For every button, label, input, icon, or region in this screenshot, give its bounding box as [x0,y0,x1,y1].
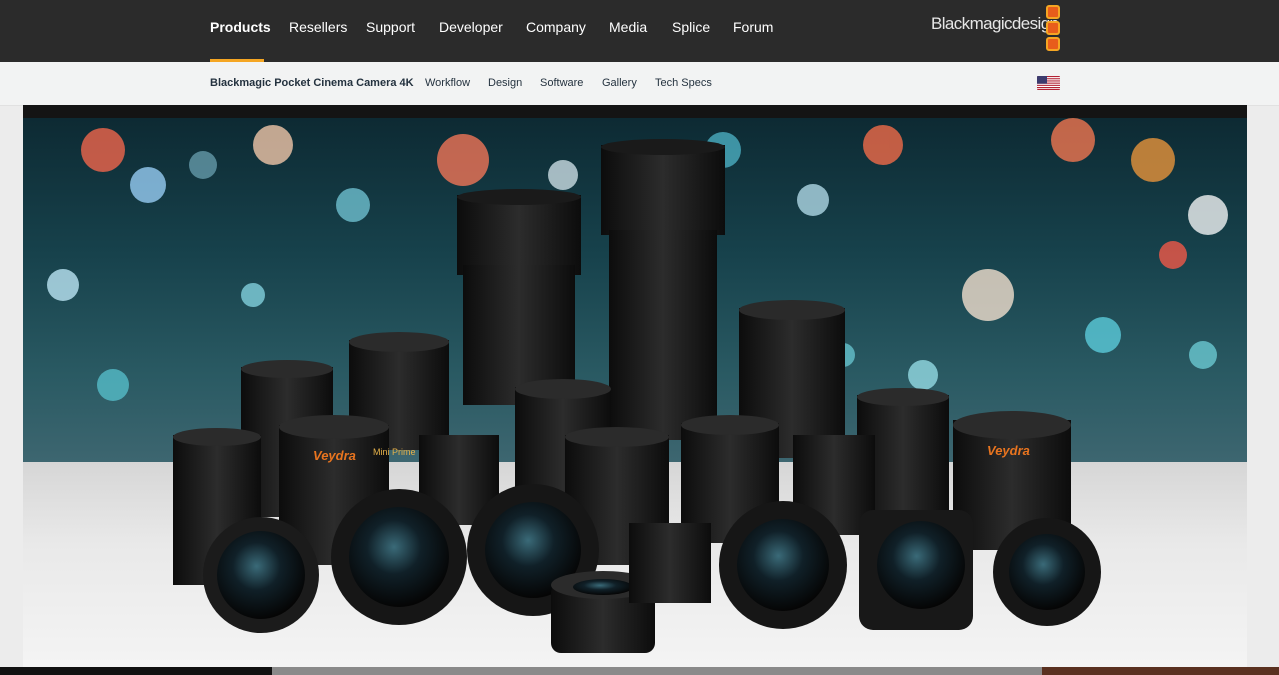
subnav-gallery[interactable]: Gallery [602,62,637,105]
bottom-gallery-strip [0,667,1279,675]
nav-support[interactable]: Support [366,0,415,62]
subnav-product-title[interactable]: Blackmagic Pocket Cinema Camera 4K [210,62,414,105]
nav-resellers[interactable]: Resellers [289,0,347,62]
top-navigation: Products Resellers Support Developer Com… [0,0,1279,62]
nav-company[interactable]: Company [526,0,586,62]
us-flag-icon[interactable] [1037,76,1060,90]
product-subnav: Blackmagic Pocket Cinema Camera 4K Workf… [0,62,1279,106]
nav-media[interactable]: Media [609,0,647,62]
subnav-workflow[interactable]: Workflow [425,62,470,105]
hero-image: Veydra Mini Prime Veydra [23,105,1247,667]
nav-splice[interactable]: Splice [672,0,710,62]
lens-label-veydra-left: Veydra [313,448,356,463]
brand-logo-icon[interactable] [1046,5,1060,51]
nav-developer[interactable]: Developer [439,0,503,62]
subnav-tech-specs[interactable]: Tech Specs [655,62,712,105]
nav-forum[interactable]: Forum [733,0,773,62]
subnav-software[interactable]: Software [540,62,583,105]
brand-logo-text[interactable]: Blackmagicdesign [931,14,1059,40]
lens-label-veydra-right: Veydra [987,443,1030,458]
camera-lenses-image: Veydra Mini Prime Veydra [47,118,1228,653]
nav-products[interactable]: Products [210,0,271,62]
lens-label-mini-prime: Mini Prime [373,447,416,457]
subnav-design[interactable]: Design [488,62,522,105]
